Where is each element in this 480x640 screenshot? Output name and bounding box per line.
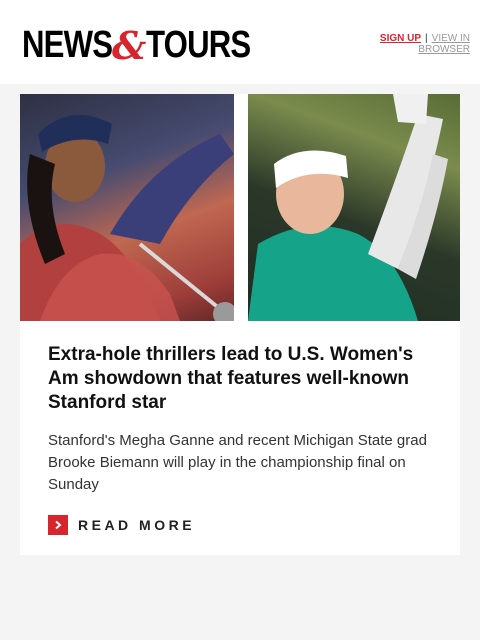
article-headline[interactable]: Extra-hole thrillers lead to U.S. Women'… (48, 343, 438, 415)
golfer-photo-left (20, 94, 234, 321)
read-more-label: READ MORE (78, 517, 196, 533)
article-hero-image[interactable] (20, 94, 460, 321)
golfer-right-illustration (248, 94, 460, 321)
logo-tours-text: TOURS (146, 23, 251, 66)
logo-news-text: NEWS (22, 23, 113, 66)
top-nav: SIGN UP | VIEW IN BROWSER (360, 33, 470, 55)
photo-divider (234, 94, 248, 321)
sign-up-link[interactable]: SIGN UP (380, 33, 421, 44)
golfer-left-illustration (20, 94, 234, 321)
article-card: Extra-hole thrillers lead to U.S. Women'… (20, 94, 460, 555)
chevron-right-icon (48, 515, 68, 535)
read-more-button[interactable]: READ MORE (48, 515, 195, 535)
logo-ampersand: & (112, 22, 147, 68)
article-summary: Stanford's Megha Ganne and recent Michig… (48, 432, 427, 493)
nav-separator: | (425, 33, 428, 44)
golfer-photo-right (248, 94, 460, 321)
email-header: NEWS & TOURS SIGN UP | VIEW IN BROWSER (0, 0, 480, 84)
news-and-tours-logo[interactable]: NEWS & TOURS (22, 23, 251, 68)
